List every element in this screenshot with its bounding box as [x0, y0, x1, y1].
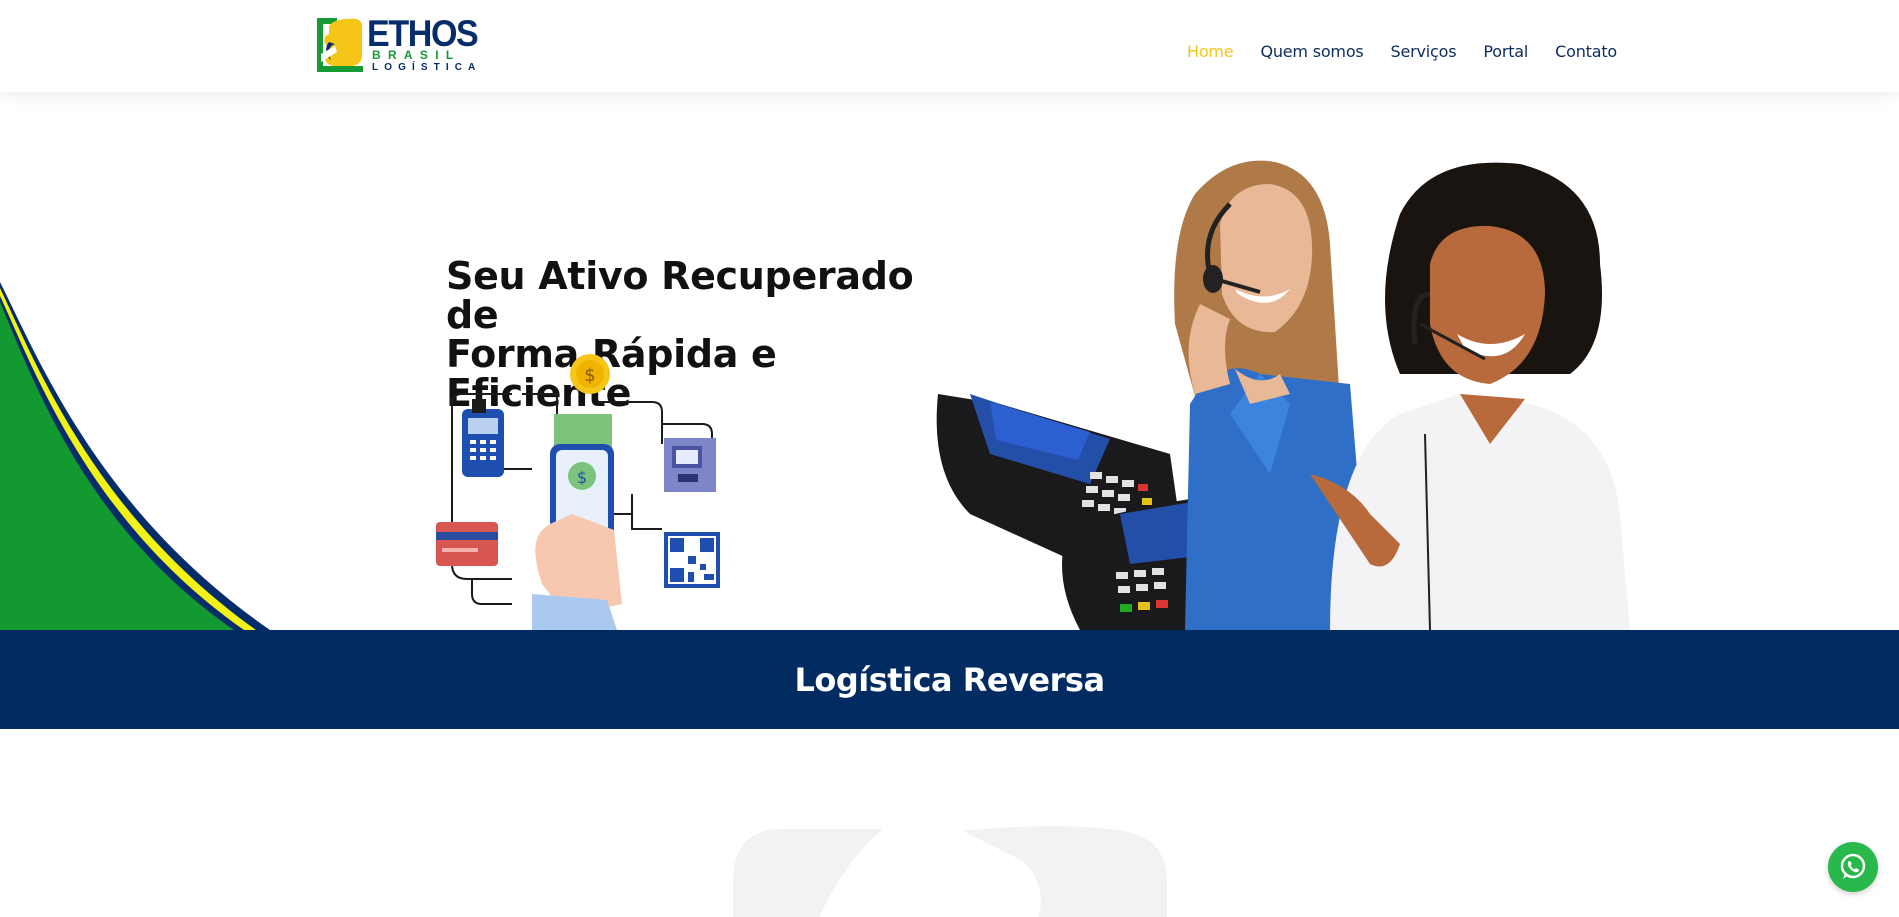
content-section	[0, 729, 1899, 917]
svg-text:$: $	[584, 365, 595, 386]
brazil-flag-swoosh	[0, 282, 270, 630]
nav-portal[interactable]: Portal	[1483, 41, 1528, 63]
logo-subtitle-logistica: LOGÍSTICA	[372, 62, 482, 73]
whatsapp-icon	[1840, 853, 1866, 879]
logo-mark-icon	[317, 18, 363, 72]
main-nav: Home Quem somos Serviços Portal Contato	[1187, 41, 1617, 63]
hero-title-line-1: Seu Ativo Recuperado de	[446, 254, 914, 337]
logistica-reversa-banner: Logística Reversa	[0, 630, 1899, 729]
attendant-woman-2	[1310, 162, 1630, 630]
nav-quem-somos[interactable]: Quem somos	[1260, 41, 1363, 63]
svg-text:$: $	[577, 468, 587, 487]
site-header: ETHOS BRASIL LOGÍSTICA Home Quem somos S…	[0, 0, 1899, 92]
whatsapp-button[interactable]	[1828, 842, 1878, 892]
nav-servicos[interactable]: Serviços	[1391, 41, 1457, 63]
logo-subtitle-brasil: BRASIL	[372, 48, 461, 62]
hero-photo-attendants	[936, 160, 1630, 630]
nav-home[interactable]: Home	[1187, 41, 1234, 63]
payment-illustration: $ $	[436, 354, 720, 630]
banner-title: Logística Reversa	[794, 660, 1105, 699]
nav-contato[interactable]: Contato	[1555, 41, 1617, 63]
hero-section: Seu Ativo Recuperado de Forma Rápida e E…	[0, 92, 1899, 630]
terminal-icon	[462, 399, 504, 477]
ethos-brasil-logo[interactable]: ETHOS BRASIL LOGÍSTICA	[315, 14, 490, 76]
logo-watermark-icon	[733, 826, 1167, 917]
qr-code-icon	[664, 532, 720, 588]
